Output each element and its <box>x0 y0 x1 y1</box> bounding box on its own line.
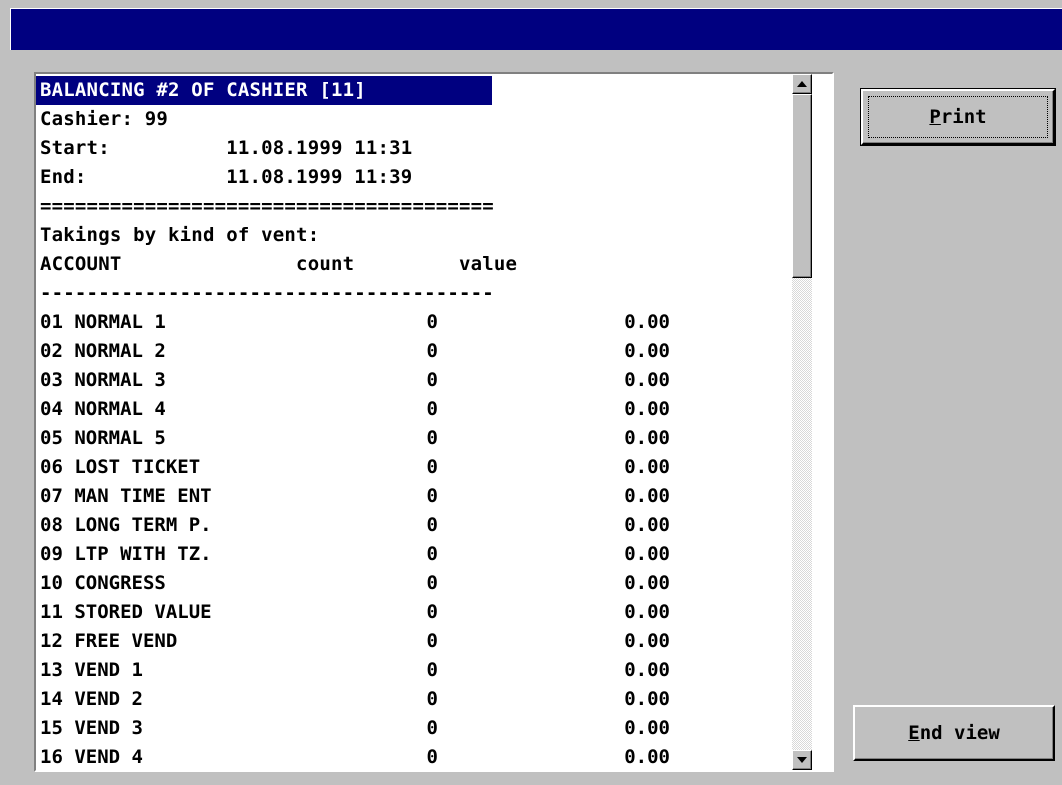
cashier-line: Cashier: 99 <box>40 108 169 130</box>
end-view-hotkey: E <box>908 722 920 744</box>
end-line: End: 11.08.1999 11:39 <box>40 166 413 188</box>
account-row: 09 LTP WITH TZ. 0 0.00 <box>40 540 810 569</box>
report-viewer[interactable]: BALANCING #2 OF CASHIER [11] Cashier: 99… <box>34 72 834 772</box>
end-view-button[interactable]: End view <box>853 705 1055 761</box>
account-row: 16 VEND 4 0 0.00 <box>40 743 810 770</box>
value-cell: 0.00 <box>624 311 670 333</box>
focus-ring <box>868 96 1048 138</box>
account-cell: 09 LTP WITH TZ. <box>40 543 212 565</box>
count-cell: 0 <box>426 717 438 739</box>
triangle-down-icon <box>797 757 807 763</box>
value-cell: 0.00 <box>624 572 670 594</box>
account-row: 08 LONG TERM P. 0 0.00 <box>40 511 810 540</box>
value-cell: 0.00 <box>624 485 670 507</box>
value-cell: 0.00 <box>624 456 670 478</box>
account-cell: 08 LONG TERM P. <box>40 514 212 536</box>
account-cell: 07 MAN TIME ENT <box>40 485 212 507</box>
count-cell: 0 <box>426 427 438 449</box>
account-cell: 11 STORED VALUE <box>40 601 212 623</box>
report-content: BALANCING #2 OF CASHIER [11] Cashier: 99… <box>36 74 812 770</box>
count-cell: 0 <box>426 688 438 710</box>
account-row: 01 NORMAL 1 0 0.00 <box>40 308 810 337</box>
vertical-scrollbar[interactable] <box>792 74 812 770</box>
count-cell: 0 <box>426 398 438 420</box>
count-cell: 0 <box>426 746 438 768</box>
count-cell: 0 <box>426 572 438 594</box>
count-cell: 0 <box>426 659 438 681</box>
count-cell: 0 <box>426 601 438 623</box>
account-cell: 02 NORMAL 2 <box>40 340 166 362</box>
account-cell: 14 VEND 2 <box>40 688 143 710</box>
account-cell: 15 VEND 3 <box>40 717 143 739</box>
triangle-up-icon <box>797 81 807 87</box>
value-cell: 0.00 <box>624 369 670 391</box>
account-row: 15 VEND 3 0 0.00 <box>40 714 810 743</box>
value-cell: 0.00 <box>624 340 670 362</box>
double-rule: ======================================= <box>40 195 494 217</box>
value-cell: 0.00 <box>624 398 670 420</box>
value-cell: 0.00 <box>624 427 670 449</box>
account-cell: 12 FREE VEND <box>40 630 178 652</box>
account-row: 12 FREE VEND 0 0.00 <box>40 627 810 656</box>
account-row: 13 VEND 1 0 0.00 <box>40 656 810 685</box>
column-header: ACCOUNT count value <box>40 253 518 275</box>
account-cell: 06 LOST TICKET <box>40 456 201 478</box>
end-view-button-label: End view <box>908 722 1000 744</box>
account-row: 11 STORED VALUE 0 0.00 <box>40 598 810 627</box>
account-row: 06 LOST TICKET 0 0.00 <box>40 453 810 482</box>
account-cell: 03 NORMAL 3 <box>40 369 166 391</box>
account-row: 07 MAN TIME ENT 0 0.00 <box>40 482 810 511</box>
scroll-up-button[interactable] <box>792 74 812 94</box>
count-cell: 0 <box>426 456 438 478</box>
count-cell: 0 <box>426 311 438 333</box>
value-cell: 0.00 <box>624 601 670 623</box>
count-cell: 0 <box>426 514 438 536</box>
account-cell: 16 VEND 4 <box>40 746 143 768</box>
account-cell: 10 CONGRESS <box>40 572 166 594</box>
account-cell: 13 VEND 1 <box>40 659 143 681</box>
value-cell: 0.00 <box>624 543 670 565</box>
account-row: 10 CONGRESS 0 0.00 <box>40 569 810 598</box>
value-cell: 0.00 <box>624 514 670 536</box>
count-cell: 0 <box>426 543 438 565</box>
account-cell: 04 NORMAL 4 <box>40 398 166 420</box>
account-row: 05 NORMAL 5 0 0.00 <box>40 424 810 453</box>
account-row: 02 NORMAL 2 0 0.00 <box>40 337 810 366</box>
value-cell: 0.00 <box>624 717 670 739</box>
account-cell: 05 NORMAL 5 <box>40 427 166 449</box>
end-view-label-rest: nd view <box>919 722 1000 744</box>
value-cell: 0.00 <box>624 746 670 768</box>
count-cell: 0 <box>426 485 438 507</box>
report-heading: BALANCING #2 OF CASHIER [11] <box>36 76 492 105</box>
count-cell: 0 <box>426 630 438 652</box>
start-line: Start: 11.08.1999 11:31 <box>40 137 413 159</box>
scroll-thumb[interactable] <box>792 94 812 278</box>
section-title: Takings by kind of vent: <box>40 224 320 246</box>
account-row: 03 NORMAL 3 0 0.00 <box>40 366 810 395</box>
single-rule: --------------------------------------- <box>40 282 494 304</box>
count-cell: 0 <box>426 340 438 362</box>
print-button[interactable]: Print <box>860 88 1056 146</box>
account-row: 14 VEND 2 0 0.00 <box>40 685 810 714</box>
window-title-bar[interactable] <box>10 8 1062 50</box>
value-cell: 0.00 <box>624 659 670 681</box>
account-cell: 01 NORMAL 1 <box>40 311 166 333</box>
scroll-down-button[interactable] <box>792 750 812 770</box>
value-cell: 0.00 <box>624 688 670 710</box>
account-row: 04 NORMAL 4 0 0.00 <box>40 395 810 424</box>
count-cell: 0 <box>426 369 438 391</box>
value-cell: 0.00 <box>624 630 670 652</box>
